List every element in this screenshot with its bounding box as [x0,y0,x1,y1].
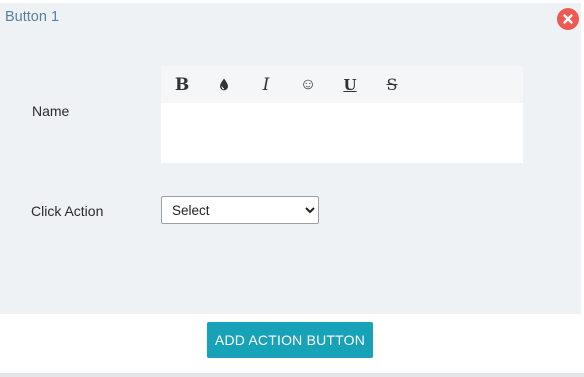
color-drop-icon[interactable] [203,66,245,103]
bold-icon[interactable]: B [161,66,203,103]
button-config-panel: Button 1 Name B I ☺ U S Click Action Sel… [0,3,581,314]
strikethrough-icon[interactable]: S [371,66,413,103]
underline-icon[interactable]: U [329,66,371,103]
emoji-icon[interactable]: ☺ [287,66,329,103]
add-action-button[interactable]: ADD ACTION BUTTON [207,322,373,358]
bottom-divider [0,373,584,377]
name-label: Name [32,103,70,119]
name-editor-field[interactable] [161,103,523,163]
panel-title: Button 1 [5,9,60,25]
close-button[interactable] [557,8,579,30]
click-action-label: Click Action [31,203,104,219]
click-action-select[interactable]: Select [161,196,319,224]
italic-icon[interactable]: I [245,66,287,103]
text-format-toolbar: B I ☺ U S [161,66,523,103]
close-icon [563,14,573,24]
